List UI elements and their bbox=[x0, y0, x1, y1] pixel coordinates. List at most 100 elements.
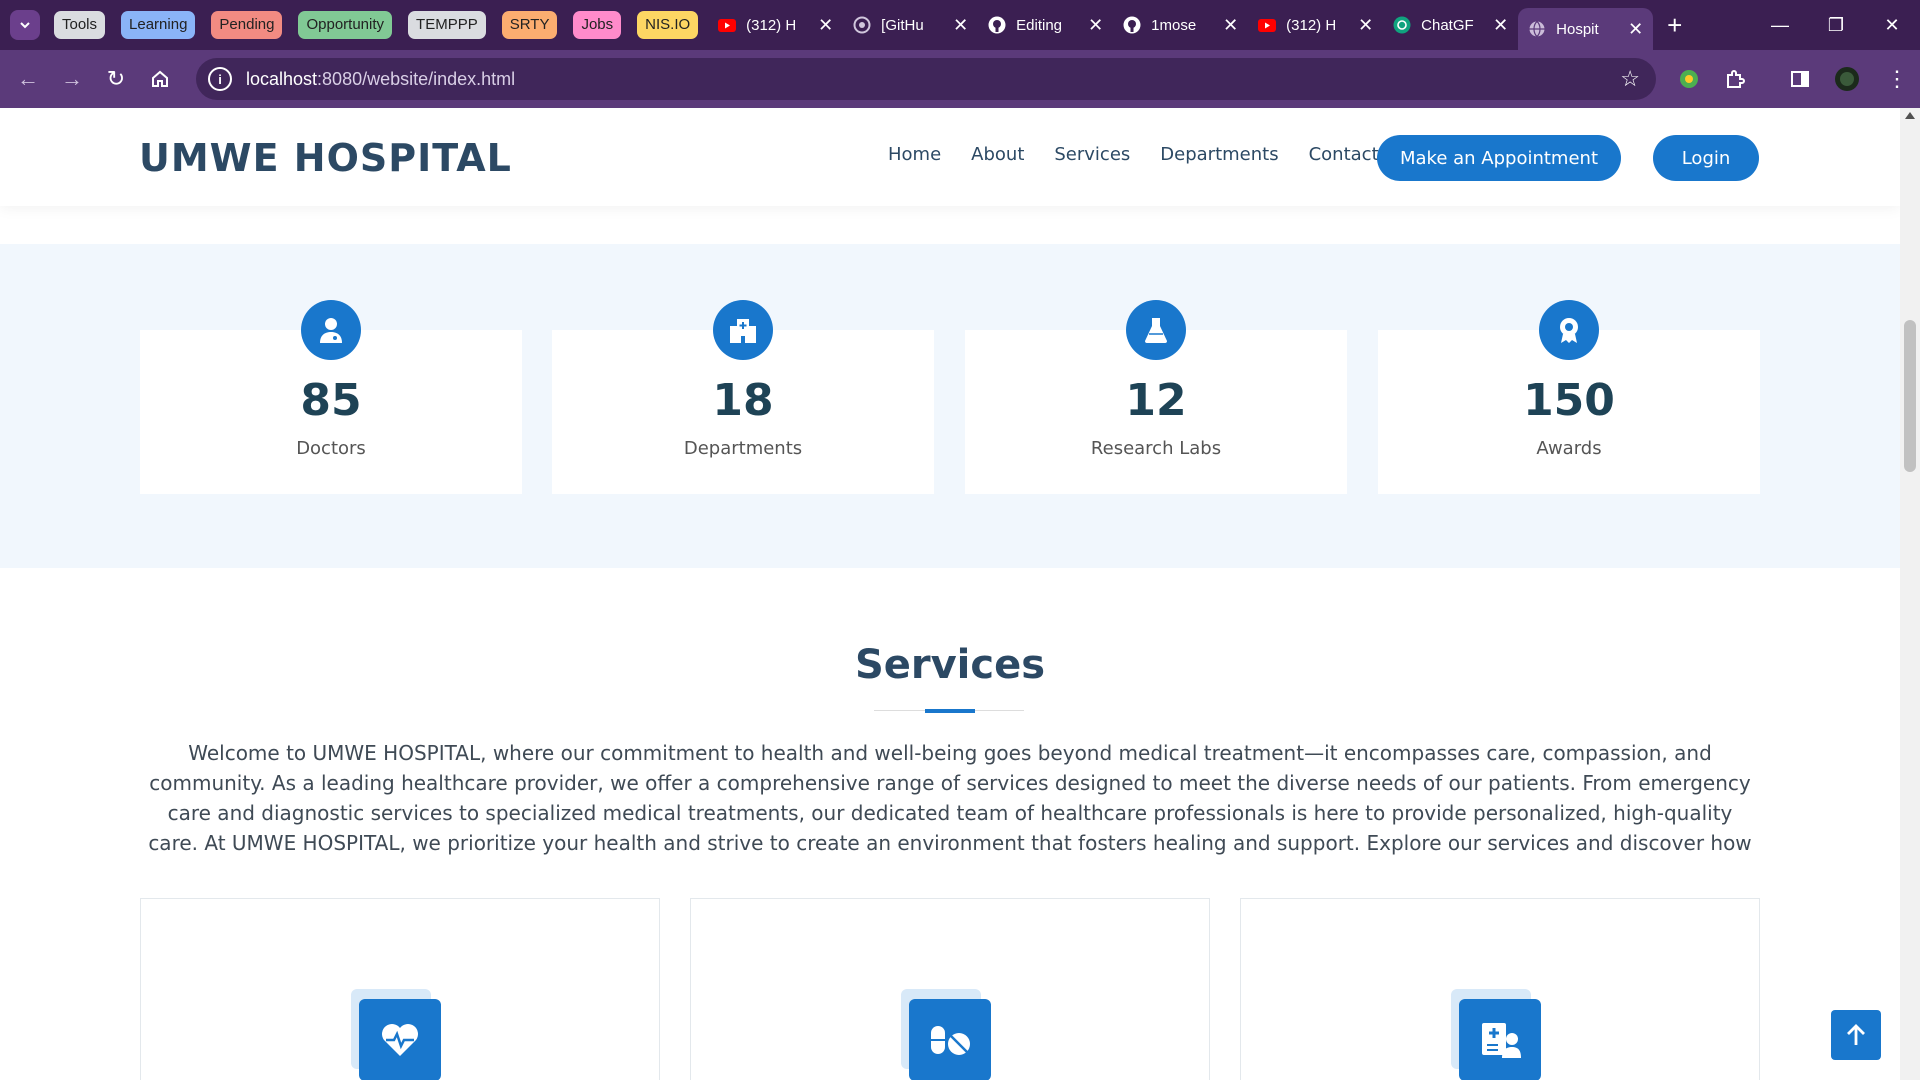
browser-tab[interactable]: [GitHu ✕ bbox=[843, 6, 978, 44]
profile-avatar[interactable] bbox=[1834, 50, 1860, 108]
omnibox[interactable]: i localhost:8080/website/index.html ☆ bbox=[196, 58, 1656, 100]
stat-label: Awards bbox=[1536, 438, 1602, 459]
stat-card-departments: 18 Departments bbox=[552, 300, 934, 494]
flask-icon bbox=[1126, 300, 1186, 360]
nav-contact[interactable]: Contact bbox=[1309, 144, 1379, 165]
bookmark-star-icon[interactable]: ☆ bbox=[1620, 66, 1640, 92]
browser-tab[interactable]: (312) H ✕ bbox=[1248, 6, 1383, 44]
tab-group-chip[interactable]: Opportunity bbox=[298, 11, 393, 39]
hospital-icon bbox=[713, 300, 773, 360]
tab-search-button[interactable] bbox=[10, 10, 40, 40]
browser-tab[interactable]: Editing ✕ bbox=[978, 6, 1113, 44]
close-tab-icon[interactable]: ✕ bbox=[1358, 15, 1373, 36]
stat-card-research-labs: 12 Research Labs bbox=[965, 300, 1347, 494]
tab-title: ChatGF bbox=[1421, 16, 1474, 34]
browser-tab[interactable]: 1mose ✕ bbox=[1113, 6, 1248, 44]
nav-about[interactable]: About bbox=[971, 144, 1024, 165]
stat-value: 85 bbox=[300, 375, 362, 426]
tab-group-chip[interactable]: Tools bbox=[54, 11, 106, 39]
tab-group-chip[interactable]: TEMPPP bbox=[408, 11, 486, 39]
close-tab-icon[interactable]: ✕ bbox=[818, 15, 833, 36]
minimize-icon[interactable]: — bbox=[1752, 0, 1808, 50]
extensions-puzzle-icon[interactable] bbox=[1724, 50, 1746, 108]
extension-icon[interactable] bbox=[1678, 50, 1700, 108]
stat-label: Departments bbox=[683, 438, 803, 459]
browser-tab[interactable]: ChatGF ✕ bbox=[1383, 6, 1518, 44]
tab-groups: Tools Learning Pending Opportunity TEMPP… bbox=[54, 11, 699, 39]
site-logo[interactable]: UMWE HOSPITAL bbox=[139, 136, 512, 180]
hospital-user-icon bbox=[1459, 999, 1541, 1080]
tab-title: [GitHu bbox=[881, 16, 924, 34]
stat-value: 12 bbox=[1125, 375, 1187, 426]
services-title: Services bbox=[854, 642, 1046, 688]
youtube-icon bbox=[1258, 16, 1277, 34]
service-card[interactable] bbox=[690, 898, 1210, 1080]
github-icon bbox=[1123, 16, 1141, 34]
stat-label: Research Labs bbox=[1090, 438, 1222, 459]
address-bar-row: ← → ↻ i localhost:8080/website/index.htm… bbox=[0, 50, 1920, 108]
heartbeat-icon bbox=[359, 999, 441, 1080]
user-doctor-icon bbox=[301, 300, 361, 360]
close-tab-icon[interactable]: ✕ bbox=[1088, 15, 1103, 36]
forward-icon[interactable]: → bbox=[50, 66, 94, 92]
site-header: UMWE HOSPITAL Home About Services Depart… bbox=[0, 108, 1900, 206]
service-card[interactable] bbox=[140, 898, 660, 1080]
site-info-icon[interactable]: i bbox=[208, 67, 232, 91]
stat-value: 18 bbox=[712, 375, 774, 426]
tab-group-chip[interactable]: Jobs bbox=[573, 11, 622, 39]
stat-value: 150 bbox=[1523, 375, 1615, 426]
close-window-icon[interactable]: ✕ bbox=[1864, 0, 1920, 50]
github-icon bbox=[988, 16, 1006, 34]
arrow-up-icon bbox=[1847, 1024, 1865, 1045]
service-card[interactable] bbox=[1240, 898, 1760, 1080]
main-nav: Home About Services Departments Contact bbox=[888, 144, 1379, 165]
page-scrollbar[interactable] bbox=[1900, 108, 1920, 1080]
tab-title: 1mose bbox=[1151, 16, 1197, 34]
nav-departments[interactable]: Departments bbox=[1160, 144, 1278, 165]
browser-tab-strip: Tools Learning Pending Opportunity TEMPP… bbox=[0, 0, 1920, 50]
stat-card-doctors: 85 Doctors bbox=[140, 300, 522, 494]
side-panel-icon[interactable] bbox=[1790, 50, 1810, 108]
close-tab-icon[interactable]: ✕ bbox=[1223, 15, 1238, 36]
new-tab-button[interactable]: + bbox=[1667, 10, 1682, 41]
stats-section: 85 Doctors 18 Departments 12 Research La… bbox=[0, 244, 1900, 568]
tab-group-chip[interactable]: Learning bbox=[121, 11, 196, 39]
close-tab-icon[interactable]: ✕ bbox=[1493, 15, 1508, 36]
tab-title: Hospit bbox=[1556, 20, 1599, 38]
tab-group-chip[interactable]: Pending bbox=[211, 11, 283, 39]
reload-icon[interactable]: ↻ bbox=[94, 66, 138, 92]
browser-tab[interactable]: (312) H ✕ bbox=[708, 6, 843, 44]
stat-card-awards: 150 Awards bbox=[1378, 300, 1760, 494]
award-icon bbox=[1539, 300, 1599, 360]
browser-tabs: (312) H ✕ [GitHu ✕ Editing ✕ 1mose ✕ (31… bbox=[708, 0, 1654, 50]
make-appointment-button[interactable]: Make an Appointment bbox=[1377, 135, 1621, 181]
browser-tab-active[interactable]: Hospit ✕ bbox=[1518, 8, 1654, 50]
restore-icon[interactable]: ❐ bbox=[1808, 0, 1864, 50]
tab-group-chip[interactable]: SRTY bbox=[501, 11, 558, 39]
home-icon[interactable] bbox=[138, 69, 182, 89]
close-tab-icon[interactable]: ✕ bbox=[953, 15, 968, 36]
browser-menu-icon[interactable]: ⋮ bbox=[1886, 50, 1908, 108]
site-icon bbox=[853, 16, 871, 34]
close-tab-icon[interactable]: ✕ bbox=[1628, 19, 1643, 40]
services-description: Welcome to UMWE HOSPITAL, where our comm… bbox=[148, 741, 1752, 855]
tab-title: (312) H bbox=[1286, 16, 1337, 34]
url-text: localhost:8080/website/index.html bbox=[246, 68, 516, 89]
back-to-top-button[interactable] bbox=[1831, 1010, 1881, 1060]
login-button[interactable]: Login bbox=[1653, 135, 1759, 181]
tab-group-chip[interactable]: NIS.IO bbox=[637, 11, 699, 39]
title-divider-accent bbox=[925, 709, 975, 713]
scroll-up-arrow-icon[interactable] bbox=[1905, 112, 1915, 119]
youtube-icon bbox=[718, 16, 737, 34]
pills-icon bbox=[909, 999, 991, 1080]
tab-title: Editing bbox=[1016, 16, 1063, 34]
scrollbar-thumb[interactable] bbox=[1904, 320, 1916, 472]
back-icon[interactable]: ← bbox=[6, 66, 50, 92]
tab-title: (312) H bbox=[746, 16, 797, 34]
chatgpt-icon bbox=[1393, 16, 1411, 34]
window-controls: — ❐ ✕ bbox=[1752, 0, 1920, 50]
nav-services[interactable]: Services bbox=[1054, 144, 1130, 165]
chevron-down-icon bbox=[20, 22, 30, 29]
globe-icon bbox=[1528, 20, 1546, 38]
nav-home[interactable]: Home bbox=[888, 144, 941, 165]
